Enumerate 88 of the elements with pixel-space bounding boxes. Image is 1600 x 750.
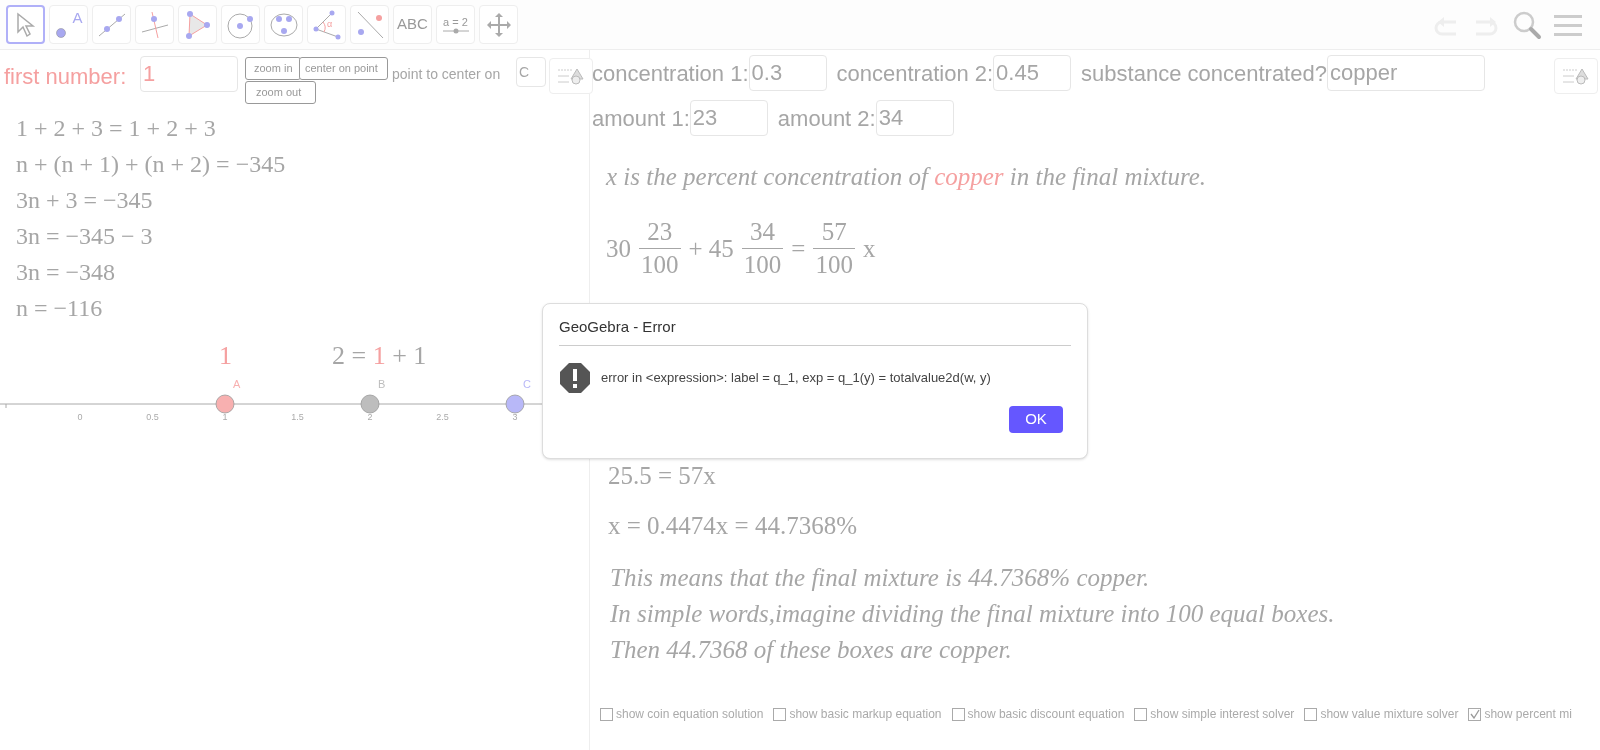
equation: 25.5 = 57x [608, 461, 717, 491]
cursor-icon [15, 11, 36, 38]
checkbox[interactable] [1304, 707, 1318, 721]
equation: n + (n + 1) + (n + 2) = −345 [16, 150, 286, 179]
input-field[interactable]: copper [1326, 55, 1485, 91]
tick-label: 3 [512, 412, 518, 422]
input-field[interactable]: 1 [140, 56, 238, 92]
error-message: error in <expression>: label = q_1, exp = q_1(y) = totalvalue2d(w, y) [601, 368, 991, 387]
point-marker[interactable] [360, 394, 380, 414]
tick-label: 1.5 [291, 412, 304, 422]
conclusion-text: This means that the final mixture is 44.7368% copper. [610, 563, 1151, 593]
check-icon [1469, 709, 1480, 719]
checkbox-label: show basic discount equation [967, 706, 1125, 723]
value-label: 1 [219, 340, 232, 372]
point-label: C [523, 378, 531, 390]
tick-label: 1 [222, 412, 228, 422]
equation-term: 30 [606, 233, 631, 264]
input-field[interactable]: 34 [875, 100, 954, 136]
checkbox-label: show simple interest solver [1150, 706, 1295, 723]
dialog-title: GeoGebra - Error [559, 316, 1071, 346]
menu-icon[interactable] [1554, 12, 1582, 37]
tool-button[interactable]: A [49, 5, 88, 44]
tool-button[interactable]: ABC [393, 5, 432, 44]
equation: 1 + 2 + 3 = 1 + 2 + 3 [16, 114, 217, 143]
input-label: substance concentrated? [1081, 59, 1327, 88]
warning-icon [559, 361, 591, 394]
conclusion-text: Then 44.7368 of these boxes are copper. [610, 635, 1013, 665]
checkbox[interactable] [600, 707, 613, 721]
equation: x = 0.4474x = 44.7368% [608, 511, 858, 541]
input-label: point to center on [392, 65, 501, 84]
checkbox[interactable] [1134, 707, 1148, 721]
point-marker[interactable] [215, 394, 235, 414]
input-label: amount 1: [592, 104, 690, 133]
tool-label: A [72, 7, 83, 28]
statement-text: x is the percent concentration of copper in the final mixture. [606, 162, 1207, 192]
equation-term: x [862, 233, 876, 264]
checkbox-label: show basic markup equation [789, 706, 942, 723]
center-on-point-button[interactable]: center on point [299, 57, 388, 80]
input-field[interactable]: 23 [689, 100, 768, 136]
fraction: 57 100 [813, 216, 855, 281]
style-bar-icon [557, 67, 585, 85]
tool-label: a = 2 [443, 15, 468, 28]
zoom-in-button[interactable]: zoom in [245, 57, 301, 80]
tool-button[interactable] [6, 5, 45, 44]
point-label: B [378, 378, 386, 390]
style-bar-icon [1562, 67, 1590, 85]
tool-button[interactable]: a = 2 [436, 5, 475, 44]
tick-label: 0.5 [146, 412, 159, 422]
equation: 3n = −345 − 3 [16, 222, 154, 251]
checkbox-label: show coin equation solution [616, 706, 764, 723]
search-icon[interactable] [1512, 9, 1542, 40]
input-label: amount 2: [777, 104, 876, 133]
style-bar-button[interactable] [549, 58, 593, 94]
triangle-icon [184, 10, 211, 39]
ok-button[interactable]: OK [1009, 405, 1063, 433]
checkbox-label: show percent mi [1484, 706, 1572, 723]
conclusion-text: In simple words,imagine dividing the final mixture into 100 equal boxes. [610, 599, 1335, 629]
input-label: first number: [4, 63, 127, 91]
slider-icon [442, 27, 469, 34]
point-marker[interactable] [505, 394, 525, 414]
equation: 3n + 3 = −345 [16, 186, 154, 215]
perpendicular-lines-icon [139, 9, 170, 40]
input-label: concentration 2: [836, 59, 994, 88]
checkbox-label: show value mixture solver [1320, 706, 1459, 723]
fraction: 23 100 [639, 216, 681, 281]
line-icon [96, 11, 127, 38]
zoom-out-button[interactable]: zoom out [245, 81, 316, 104]
tick-label: 2.5 [436, 412, 449, 422]
input-field[interactable]: 0.45 [993, 55, 1072, 91]
checkbox[interactable] [951, 707, 965, 721]
point-icon [54, 26, 67, 39]
tick-label: 0 [77, 412, 83, 422]
equation: 3n = −348 [16, 258, 117, 287]
tool-label: ABC [397, 14, 428, 35]
input-field[interactable]: 0.3 [748, 55, 827, 91]
style-bar-button[interactable] [1554, 58, 1598, 94]
checkbox[interactable] [1468, 707, 1482, 721]
input-field[interactable]: C [516, 57, 546, 87]
point-label: A [233, 378, 241, 390]
move-arrows-icon [485, 11, 512, 38]
equation: n = −116 [16, 294, 104, 323]
sum-label: 2 = 1 + 1 [332, 340, 427, 372]
input-label: concentration 1: [592, 59, 749, 88]
fraction: 34 100 [741, 216, 784, 281]
equation-term: = [791, 233, 806, 264]
tick-label: 2 [367, 412, 373, 422]
equation-term: + 45 [688, 233, 734, 264]
checkbox[interactable] [773, 707, 787, 721]
